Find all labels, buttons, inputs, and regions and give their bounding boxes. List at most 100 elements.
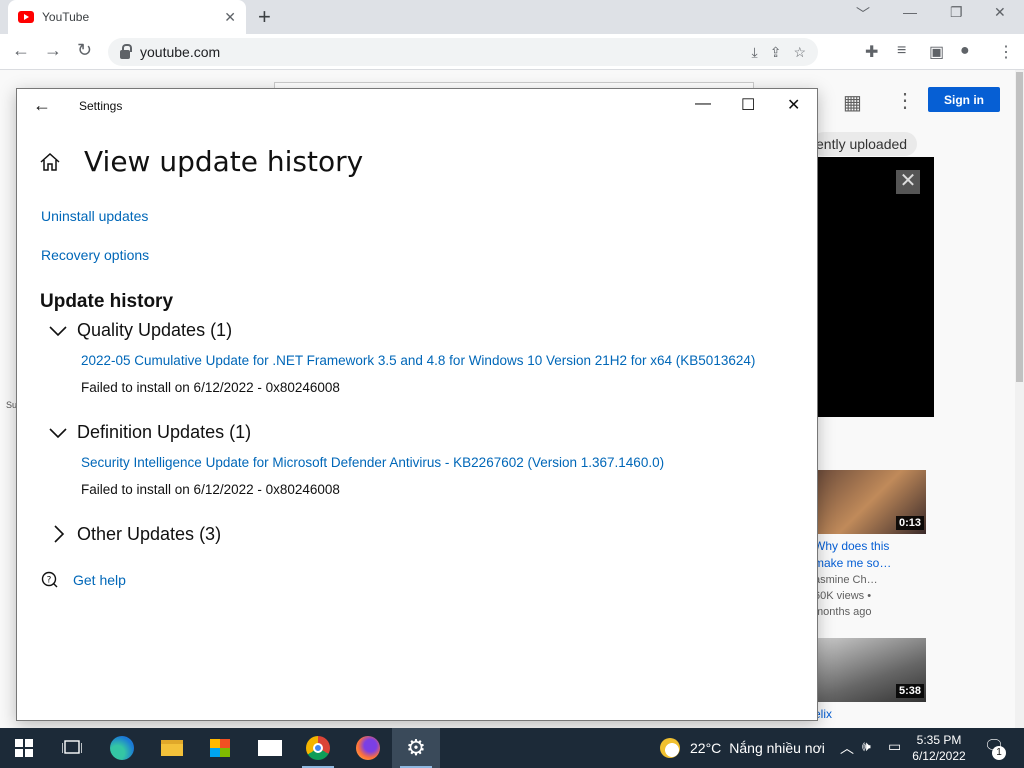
filter-chip-recently-uploaded[interactable]: ently uploaded	[812, 132, 918, 156]
windows-logo-icon	[15, 739, 33, 757]
taskbar-store[interactable]	[196, 728, 244, 768]
tab-search-chevron-icon[interactable]: ﹀	[856, 4, 870, 24]
install-icon[interactable]: ⤓	[752, 44, 758, 61]
video-player[interactable]	[818, 157, 934, 417]
group-label: Definition Updates (1)	[77, 421, 252, 442]
sign-in-button[interactable]: Sign in	[928, 87, 1000, 112]
notification-center-icon[interactable]: 🗨 1	[984, 736, 1006, 760]
restore-icon[interactable]: ❐	[950, 4, 963, 21]
video-thumbnail[interactable]: 0:13	[814, 470, 926, 534]
video-card[interactable]: 0:13 Why does this make me so… asmine Ch…	[814, 470, 934, 620]
side-panel-icon[interactable]: ▣	[929, 42, 944, 62]
extensions-puzzle-icon[interactable]: ✚	[865, 42, 878, 62]
task-view-icon	[62, 740, 82, 754]
taskbar-chrome[interactable]	[294, 728, 342, 768]
taskbar-settings[interactable]: ⚙	[392, 728, 440, 768]
lock-icon[interactable]	[120, 43, 132, 59]
reload-icon[interactable]: ↻	[77, 40, 92, 61]
close-icon[interactable]: ✕	[994, 4, 1006, 21]
player-close-icon[interactable]: ✕	[896, 170, 920, 194]
maximize-icon[interactable]: ☐	[741, 95, 755, 115]
group-definition-updates[interactable]: Definition Updates (1)	[47, 421, 251, 443]
group-label: Other Updates (3)	[77, 523, 222, 544]
taskbar-firefox[interactable]	[344, 728, 392, 768]
new-tab-button[interactable]: +	[258, 4, 271, 30]
system-clock[interactable]: 5:35 PM 6/12/2022	[908, 732, 970, 764]
browser-menu-icon[interactable]: ⋮	[998, 42, 1014, 62]
weather-temperature: 22°C	[690, 740, 722, 756]
show-hidden-icons-chevron-icon[interactable]: ︿	[840, 738, 854, 758]
page-title: View update history	[84, 145, 364, 178]
chrome-icon	[306, 736, 330, 760]
home-icon[interactable]	[39, 151, 61, 173]
chevron-right-icon[interactable]	[47, 523, 69, 545]
back-arrow-icon[interactable]: ←	[33, 95, 51, 116]
settings-window: ← Settings — ☐ ✕ View update history Uni…	[16, 88, 818, 721]
get-help-link[interactable]: Get help	[73, 572, 126, 588]
uninstall-updates-link[interactable]: Uninstall updates	[41, 208, 148, 224]
taskbar-file-explorer[interactable]	[148, 728, 196, 768]
svg-text:?: ?	[47, 576, 52, 586]
minimize-icon[interactable]: —	[695, 95, 711, 113]
video-card[interactable]: 5:38 elix	[814, 638, 934, 723]
taskbar-mail[interactable]	[246, 728, 294, 768]
clock-time: 5:35 PM	[916, 733, 962, 747]
url-text[interactable]: youtube.com	[140, 44, 752, 60]
tab-close-icon[interactable]: ✕	[224, 9, 236, 26]
video-title[interactable]: elix	[814, 706, 898, 723]
video-duration: 5:38	[895, 684, 924, 698]
video-title[interactable]: Why does this	[814, 538, 898, 555]
section-title-update-history: Update history	[40, 291, 174, 312]
chevron-down-icon[interactable]	[47, 319, 69, 341]
start-button[interactable]	[0, 728, 48, 768]
video-views: 60K views •	[814, 590, 872, 602]
notification-count: 1	[992, 746, 1006, 760]
close-icon[interactable]: ✕	[787, 95, 800, 115]
task-view-button[interactable]	[48, 728, 96, 768]
tab-youtube[interactable]: YouTube ✕	[8, 0, 246, 34]
clock-date: 6/12/2022	[912, 749, 966, 763]
group-quality-updates[interactable]: Quality Updates (1)	[47, 319, 232, 341]
scrollbar-thumb[interactable]	[1016, 72, 1023, 382]
address-bar[interactable]: youtube.com ⤓ ⇪ ☆	[108, 38, 818, 66]
group-other-updates[interactable]: Other Updates (3)	[47, 523, 221, 545]
window-title: Settings	[79, 99, 123, 113]
media-control-icon[interactable]: ≡	[897, 42, 906, 60]
get-help-row[interactable]: ? Get help	[41, 571, 126, 589]
folder-icon	[161, 740, 183, 756]
store-bag-icon	[210, 739, 230, 757]
apps-grid-icon[interactable]: ▦	[843, 90, 862, 115]
settings-gear-icon: ⚙	[406, 735, 426, 760]
chevron-down-icon[interactable]	[47, 421, 69, 443]
profile-avatar-icon[interactable]: ●	[960, 42, 970, 60]
bookmark-star-icon[interactable]: ☆	[793, 44, 806, 61]
page-scrollbar[interactable]	[1015, 70, 1024, 728]
help-chat-icon: ?	[41, 571, 58, 588]
update-item-link[interactable]: 2022-05 Cumulative Update for .NET Frame…	[81, 353, 755, 368]
weather-widget[interactable]: 22°C Nắng nhiều nơi	[660, 738, 825, 758]
back-icon[interactable]: ←	[12, 40, 30, 61]
video-age: months ago	[814, 606, 872, 618]
tab-title: YouTube	[42, 10, 90, 24]
browser-tab-strip: YouTube ✕ + ﹀ — ❐ ✕	[0, 0, 1024, 34]
video-title-line2[interactable]: make me so…	[814, 555, 898, 572]
taskbar: ⚙ 22°C Nắng nhiều nơi ︿ 🕪 ▭ 5:35 PM 6/12…	[0, 728, 1024, 768]
taskbar-edge[interactable]	[98, 728, 146, 768]
more-options-icon[interactable]: ⋮	[895, 88, 915, 113]
network-icon[interactable]: ▭	[888, 738, 901, 755]
youtube-favicon-icon	[18, 11, 34, 23]
forward-icon[interactable]: →	[44, 40, 62, 61]
video-thumbnail[interactable]: 5:38	[814, 638, 926, 702]
video-channel[interactable]: asmine Ch…	[814, 572, 934, 588]
weather-description: Nắng nhiều nơi	[729, 740, 825, 756]
firefox-icon	[356, 736, 380, 760]
volume-icon[interactable]: 🕪	[862, 738, 871, 755]
minimize-icon[interactable]: —	[903, 4, 917, 20]
group-label: Quality Updates (1)	[77, 319, 233, 340]
share-icon[interactable]: ⇪	[770, 44, 782, 61]
update-item-status: Failed to install on 6/12/2022 - 0x80246…	[81, 482, 340, 497]
recovery-options-link[interactable]: Recovery options	[41, 247, 149, 263]
update-item-link[interactable]: Security Intelligence Update for Microso…	[81, 455, 664, 470]
mail-icon	[258, 740, 282, 756]
browser-toolbar: ← → ↻ youtube.com ⤓ ⇪ ☆ ✚ ≡ ▣ ● ⋮	[0, 34, 1024, 70]
